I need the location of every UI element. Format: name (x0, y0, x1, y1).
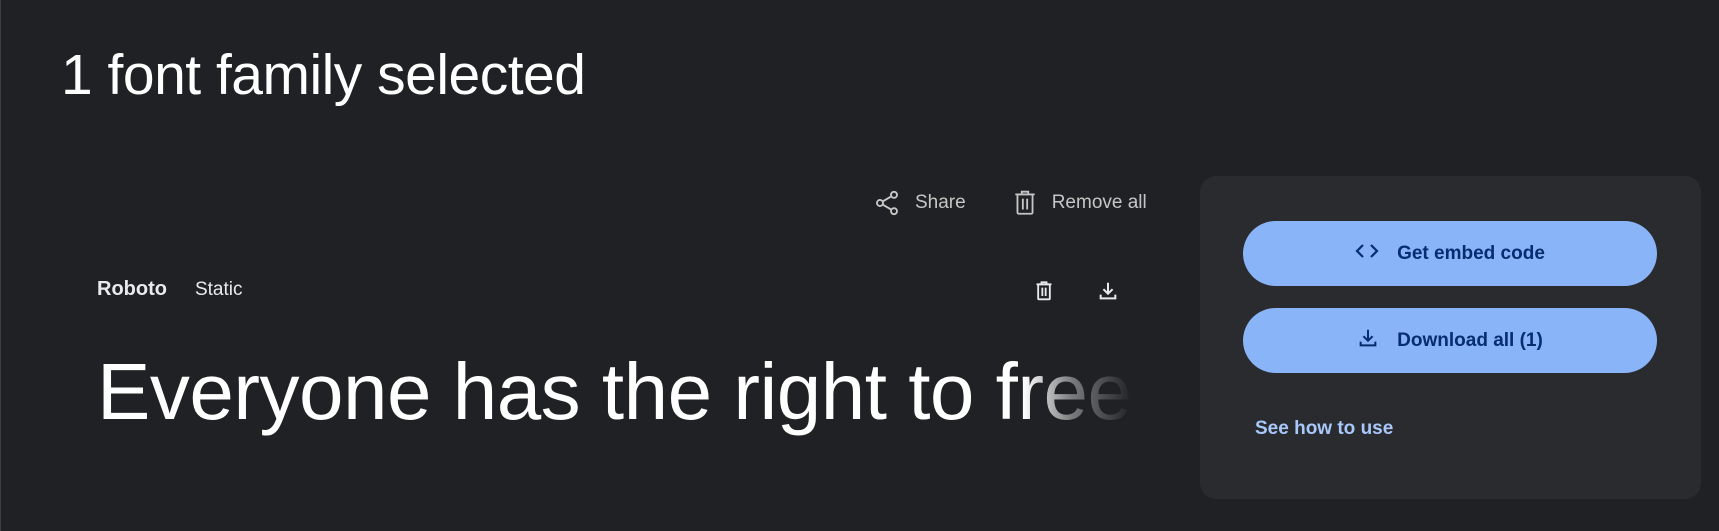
download-panel: Get embed code Download all (1) See how … (1200, 176, 1701, 499)
share-button[interactable]: Share (873, 183, 966, 223)
download-icon (1357, 327, 1379, 355)
family-style: Static (194, 279, 243, 300)
trash-icon (1034, 280, 1054, 307)
font-sample-text: Everyone has the right to freedom (97, 347, 1133, 436)
get-embed-code-button[interactable]: Get embed code (1243, 221, 1657, 286)
share-icon (873, 189, 901, 217)
download-all-label: Download all (1) (1397, 329, 1543, 351)
code-brackets-icon (1355, 242, 1379, 266)
sample-fade-overlay (1023, 342, 1133, 442)
download-icon (1097, 280, 1119, 307)
remove-all-label: Remove all (1051, 192, 1147, 213)
trash-icon (1012, 189, 1038, 217)
download-all-button[interactable]: Download all (1) (1243, 308, 1657, 373)
font-sample-preview: Everyone has the right to freedom (97, 342, 1133, 442)
family-name: Roboto (97, 278, 167, 300)
download-family-button[interactable] (1093, 278, 1123, 308)
font-family-card: Roboto Static Everyone has the right to (97, 270, 1133, 442)
remove-family-button[interactable] (1029, 278, 1059, 308)
get-embed-code-label: Get embed code (1397, 242, 1545, 264)
remove-all-button[interactable]: Remove all (1012, 183, 1147, 223)
share-label: Share (915, 192, 966, 213)
family-actions-toolbar: Share Remove all (873, 183, 1147, 223)
family-header: Roboto Static (97, 278, 243, 301)
selected-families-page: 1 font family selected Share Remove all … (0, 0, 1719, 531)
see-how-to-use-link[interactable]: See how to use (1255, 418, 1393, 440)
page-title: 1 font family selected (61, 43, 586, 107)
